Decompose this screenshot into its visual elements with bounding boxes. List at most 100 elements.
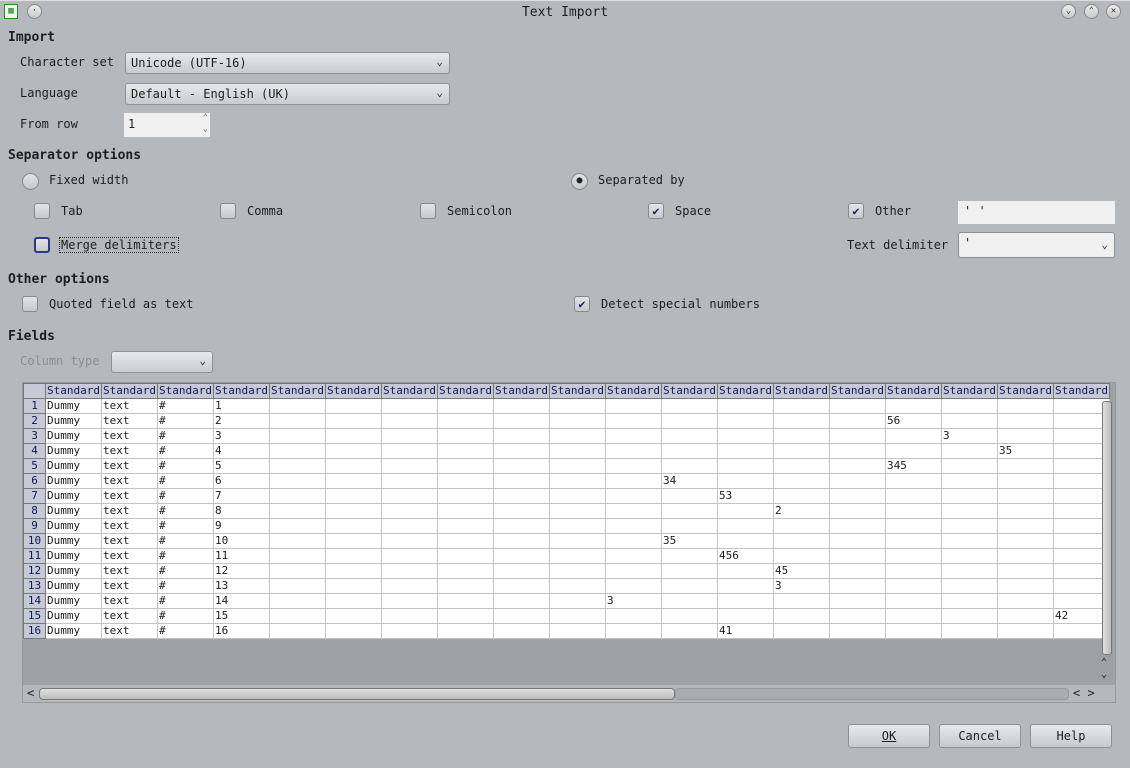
cell[interactable] [997, 563, 1054, 579]
cell[interactable] [605, 458, 662, 474]
cell[interactable] [437, 398, 494, 414]
cell[interactable] [773, 428, 830, 444]
cell[interactable]: # [157, 458, 214, 474]
separated-by-radio[interactable]: ● [571, 173, 588, 190]
cell[interactable]: text [101, 608, 158, 624]
column-header[interactable]: Standard [829, 383, 886, 399]
column-type-select[interactable]: ⌄ [111, 351, 213, 373]
row-header[interactable]: 3 [23, 428, 46, 444]
cell[interactable] [549, 458, 606, 474]
cell[interactable]: 5 [213, 458, 270, 474]
cell[interactable] [549, 428, 606, 444]
cell[interactable] [325, 518, 382, 534]
cell[interactable] [437, 623, 494, 639]
cell[interactable] [325, 428, 382, 444]
cell[interactable] [997, 488, 1054, 504]
cell[interactable] [493, 428, 550, 444]
cell[interactable] [997, 398, 1054, 414]
cell[interactable]: # [157, 428, 214, 444]
cell[interactable]: text [101, 593, 158, 609]
cell[interactable] [549, 623, 606, 639]
cell[interactable]: Dummy [45, 608, 102, 624]
cell[interactable] [997, 623, 1054, 639]
column-header[interactable]: Standard [717, 383, 774, 399]
cell[interactable] [941, 458, 998, 474]
cell[interactable]: Dummy [45, 443, 102, 459]
cell[interactable] [829, 608, 886, 624]
cell[interactable] [493, 533, 550, 549]
other-checkbox[interactable]: ✔ [848, 203, 864, 219]
cell[interactable] [325, 548, 382, 564]
column-header[interactable]: Standard [325, 383, 382, 399]
cell[interactable] [773, 623, 830, 639]
cell[interactable] [437, 503, 494, 519]
cell[interactable] [493, 623, 550, 639]
cell[interactable]: # [157, 518, 214, 534]
column-header[interactable]: Standard [661, 383, 718, 399]
row-header[interactable]: 4 [23, 443, 46, 459]
cell[interactable]: Dummy [45, 398, 102, 414]
cell[interactable] [773, 458, 830, 474]
cell[interactable] [829, 458, 886, 474]
cell[interactable]: Dummy [45, 548, 102, 564]
cell[interactable] [493, 518, 550, 534]
row-header[interactable]: 8 [23, 503, 46, 519]
row-header[interactable]: 16 [23, 623, 46, 639]
cell[interactable] [717, 413, 774, 429]
cell[interactable] [549, 503, 606, 519]
cell[interactable] [997, 503, 1054, 519]
cell[interactable] [437, 488, 494, 504]
cell[interactable] [661, 443, 718, 459]
column-header[interactable]: Standard [101, 383, 158, 399]
space-checkbox[interactable]: ✔ [648, 203, 664, 219]
cell[interactable] [829, 518, 886, 534]
cell[interactable] [997, 548, 1054, 564]
cell[interactable] [829, 473, 886, 489]
cell[interactable] [437, 578, 494, 594]
row-header[interactable]: 13 [23, 578, 46, 594]
cell[interactable] [437, 593, 494, 609]
cell[interactable] [381, 518, 438, 534]
cell[interactable] [549, 398, 606, 414]
cell[interactable] [661, 608, 718, 624]
cell[interactable] [381, 443, 438, 459]
cell[interactable] [605, 413, 662, 429]
cell[interactable] [325, 623, 382, 639]
cell[interactable] [661, 623, 718, 639]
cell[interactable] [773, 548, 830, 564]
cell[interactable]: # [157, 593, 214, 609]
cell[interactable] [325, 563, 382, 579]
cell[interactable] [269, 398, 326, 414]
cell[interactable] [605, 548, 662, 564]
cell[interactable] [661, 593, 718, 609]
help-button[interactable]: Help [1030, 724, 1112, 748]
cell[interactable]: 345 [885, 458, 942, 474]
cell[interactable] [437, 413, 494, 429]
cell[interactable]: text [101, 503, 158, 519]
cell[interactable] [437, 548, 494, 564]
cell[interactable] [549, 443, 606, 459]
cell[interactable] [437, 518, 494, 534]
cell[interactable]: 6 [213, 473, 270, 489]
cell[interactable] [661, 458, 718, 474]
cell[interactable] [381, 428, 438, 444]
cell[interactable]: # [157, 548, 214, 564]
cell[interactable] [885, 578, 942, 594]
cell[interactable]: text [101, 428, 158, 444]
row-header[interactable]: 12 [23, 563, 46, 579]
cell[interactable]: 3 [605, 593, 662, 609]
cell[interactable] [493, 578, 550, 594]
cell[interactable] [549, 533, 606, 549]
cell[interactable] [941, 623, 998, 639]
cell[interactable] [941, 503, 998, 519]
cell[interactable]: # [157, 578, 214, 594]
cell[interactable]: 35 [997, 443, 1054, 459]
cell[interactable] [437, 563, 494, 579]
cell[interactable] [605, 473, 662, 489]
cell[interactable] [549, 488, 606, 504]
cell[interactable]: Dummy [45, 473, 102, 489]
fixed-width-radio[interactable] [22, 173, 39, 190]
cell[interactable] [437, 458, 494, 474]
cell[interactable] [381, 488, 438, 504]
cell[interactable]: 13 [213, 578, 270, 594]
